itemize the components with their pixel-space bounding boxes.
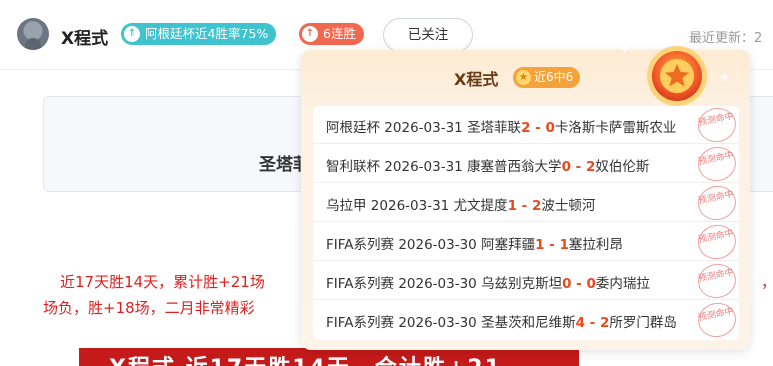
home-team: 康塞普西翁大学 [467,159,562,175]
arrow-up-icon: ↑ [302,26,318,42]
league: 乌拉甲 [326,198,367,214]
league: FIFA系列赛 [326,237,395,253]
away-team: 波士顿河 [541,198,596,214]
score-separator: - [584,315,600,331]
score-separator: - [571,276,587,292]
match-date: 2026-03-30 [398,276,477,292]
follow-button[interactable]: 已关注 [383,18,473,52]
star-icon: ★ [516,70,531,85]
list-item[interactable]: FIFA系列赛 2026-03-30 乌兹别克斯坦0 - 0委内瑞拉 预测命中 [313,260,740,302]
away-team: 所罗门群岛 [609,315,677,331]
away-team: 委内瑞拉 [595,276,650,292]
expert-record-popup: X程式 ★ 近6中6 ✦ ✦ 阿根廷杯 2026-03-31 圣塔菲联2 - 0… [301,42,750,350]
hit-stamp: 预测命中 [694,143,740,185]
score-separator: - [570,159,586,175]
score-separator: - [516,198,532,214]
match-date: 2026-03-30 [398,237,477,253]
arrow-up-icon: ↑ [124,26,140,42]
hit-stamp: 预测命中 [694,221,740,263]
home-score: 0 [561,159,571,175]
match-date: 2026-03-30 [398,315,477,331]
home-team: 圣基茨和尼维斯 [481,315,576,331]
away-score: 2 [585,159,596,175]
summary-line-3: ，8 [761,271,773,292]
home-team: 圣塔菲联 [467,120,522,136]
score-separator: - [544,237,560,253]
summary-line-2: 场负，胜+18场，二月非常精彩 [43,299,255,317]
list-item[interactable]: FIFA系列赛 2026-03-30 圣基茨和尼维斯4 - 2所罗门群岛 预测命… [313,299,740,341]
home-score: 1 [507,198,517,214]
away-score: 0 [545,120,555,136]
streak-badge: ↑ 6连胜 [299,23,364,45]
score-separator: - [530,120,546,136]
list-item[interactable]: 乌拉甲 2026-03-31 尤文提度1 - 2波士顿河 预测命中 [313,182,740,224]
list-item[interactable]: 智利联杯 2026-03-31 康塞普西翁大学0 - 2奴伯伦斯 预测命中 [313,143,740,185]
hit-stamp: 预测命中 [694,299,740,341]
away-team: 奴伯伦斯 [595,159,650,175]
prediction-list: 阿根廷杯 2026-03-31 圣塔菲联2 - 0卡洛斯卡萨雷斯农业 预测命中 … [313,104,740,341]
sparkle-icon: ✦ [619,42,631,58]
away-team: 塞拉利昂 [568,237,623,253]
win-rate-badge: ↑ 阿根廷杯近4胜率75% [121,23,277,45]
league: 智利联杯 [326,159,380,175]
home-team: 乌兹别克斯坦 [481,276,563,292]
league: FIFA系列赛 [326,315,395,331]
sparkle-icon: ✦ [719,70,731,86]
list-item[interactable]: FIFA系列赛 2026-03-30 阿塞拜疆1 - 1塞拉利昂 预测命中 [313,221,740,263]
home-team: 尤文提度 [453,198,508,214]
avatar[interactable] [17,18,49,50]
league: 阿根廷杯 [326,120,380,136]
hit-stamp: 预测命中 [694,182,740,224]
match-date: 2026-03-31 [370,198,450,214]
away-score: 2 [531,198,542,214]
popup-header: X程式 ★ 近6中6 ✦ ✦ [301,42,750,106]
user-name[interactable]: X程式 [61,24,108,49]
home-score: 4 [575,315,585,331]
league: FIFA系列赛 [326,276,395,292]
banner-text: X程式 近17天胜14天，合计胜+21 [109,350,502,366]
streak-label: 6连胜 [323,26,356,41]
hit-stamp: 预测命中 [694,104,740,146]
summary-line-1: 近17天胜14天，累计胜+21场 [60,273,265,291]
hit-rate-label: 近6中6 [534,70,574,84]
match-date: 2026-03-31 [384,120,463,136]
away-score: 1 [559,237,569,253]
match-date: 2026-03-31 [384,159,463,175]
medal-icon [647,46,707,106]
home-team: 阿塞拜疆 [481,237,536,253]
list-item[interactable]: 阿根廷杯 2026-03-31 圣塔菲联2 - 0卡洛斯卡萨雷斯农业 预测命中 [313,104,740,146]
hit-rate-tag: ★ 近6中6 [513,67,581,88]
win-rate-label: 阿根廷杯近4胜率75% [145,26,269,41]
away-score: 2 [600,315,610,331]
hit-stamp: 预测命中 [694,260,740,302]
summary-banner: X程式 近17天胜14天，合计胜+21 [79,348,579,366]
popup-user-name: X程式 [454,70,499,89]
away-team: 卡洛斯卡萨雷斯农业 [554,120,677,136]
away-score: 0 [586,276,596,292]
